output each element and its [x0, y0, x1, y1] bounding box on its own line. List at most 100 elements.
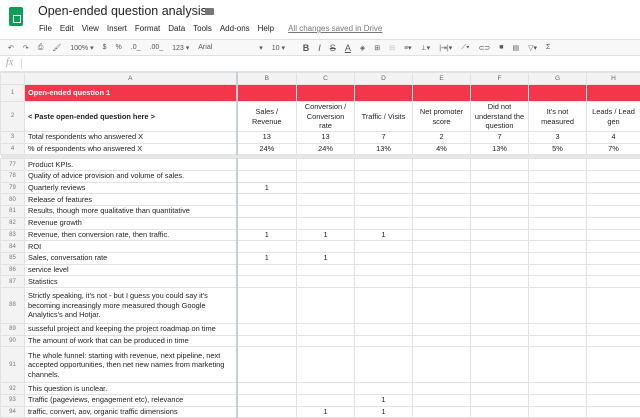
fill-color-icon[interactable]: ◈ — [360, 44, 365, 52]
row-header[interactable]: 81 — [1, 206, 25, 218]
cell[interactable] — [587, 182, 640, 194]
align-horizontal-icon[interactable]: ≡▾ — [404, 44, 412, 52]
cell[interactable] — [297, 264, 355, 276]
cell[interactable]: Did not understand the question — [471, 102, 529, 132]
cell[interactable] — [355, 194, 413, 206]
cell[interactable] — [413, 252, 471, 264]
cell[interactable] — [471, 347, 529, 383]
cell[interactable] — [529, 241, 587, 253]
cell[interactable] — [413, 217, 471, 229]
cell[interactable] — [297, 395, 355, 407]
cell[interactable]: 4% — [413, 143, 471, 155]
menu-file[interactable]: File — [39, 24, 52, 33]
cell[interactable] — [297, 347, 355, 383]
column-header-d[interactable]: D — [355, 73, 413, 85]
cell[interactable] — [413, 264, 471, 276]
cell[interactable] — [587, 229, 640, 241]
row-header[interactable]: 85 — [1, 252, 25, 264]
cell[interactable]: 3 — [529, 132, 587, 144]
row-header[interactable]: 79 — [1, 182, 25, 194]
cell[interactable] — [471, 264, 529, 276]
cell[interactable] — [413, 85, 471, 102]
cell[interactable] — [237, 395, 297, 407]
paint-format-icon[interactable]: 🖌︎ — [52, 44, 61, 52]
zoom-select[interactable]: 100% ▾ — [70, 44, 93, 52]
cell[interactable] — [355, 241, 413, 253]
cell[interactable] — [587, 347, 640, 383]
cell[interactable] — [413, 287, 471, 323]
column-header-a[interactable]: A — [25, 73, 237, 85]
menu-addons[interactable]: Add-ons — [220, 24, 250, 33]
cell[interactable] — [471, 159, 529, 171]
row-header[interactable]: 89 — [1, 323, 25, 335]
sheets-logo-icon[interactable] — [9, 7, 23, 26]
cell[interactable] — [355, 85, 413, 102]
cell[interactable]: 24% — [297, 143, 355, 155]
cell[interactable] — [587, 85, 640, 102]
cell[interactable] — [471, 171, 529, 183]
response-cell[interactable]: Revenue growth — [25, 217, 237, 229]
cell[interactable] — [355, 335, 413, 347]
cell[interactable] — [355, 287, 413, 323]
cell[interactable] — [587, 217, 640, 229]
italic-icon[interactable]: I — [318, 43, 321, 53]
percent-button[interactable]: % — [116, 44, 122, 51]
cell[interactable] — [297, 85, 355, 102]
cell[interactable] — [237, 194, 297, 206]
cell[interactable] — [237, 323, 297, 335]
chevron-down-icon[interactable]: ▾ — [259, 44, 263, 52]
column-header-b[interactable]: B — [237, 73, 297, 85]
cell[interactable]: 13% — [471, 143, 529, 155]
cell[interactable] — [237, 171, 297, 183]
response-cell[interactable]: ROI — [25, 241, 237, 253]
row-header[interactable]: 77 — [1, 159, 25, 171]
cell[interactable]: 2 — [413, 132, 471, 144]
row-header[interactable]: 93 — [1, 395, 25, 407]
cell[interactable]: 1 — [355, 229, 413, 241]
folder-icon[interactable] — [205, 8, 214, 15]
cell[interactable] — [529, 347, 587, 383]
filter-icon[interactable]: ▽▾ — [528, 44, 537, 52]
column-header-h[interactable]: H — [587, 73, 640, 85]
cell[interactable] — [471, 217, 529, 229]
cell[interactable] — [297, 206, 355, 218]
borders-icon[interactable]: ⊞ — [374, 44, 380, 52]
cell[interactable]: 7 — [471, 132, 529, 144]
response-cell[interactable]: Sales, conversation rate — [25, 252, 237, 264]
cell[interactable] — [413, 335, 471, 347]
row-label-cell[interactable]: % of respondents who answered X — [25, 143, 237, 155]
column-header-e[interactable]: E — [413, 73, 471, 85]
cell[interactable]: Net promoter score — [413, 102, 471, 132]
response-cell[interactable]: Revenue, then conversion rate, then traf… — [25, 229, 237, 241]
cell[interactable]: Sales / Revenue — [237, 102, 297, 132]
response-cell[interactable]: Product KPIs. — [25, 159, 237, 171]
cell[interactable] — [413, 171, 471, 183]
strikethrough-icon[interactable]: S — [330, 43, 336, 53]
increase-decimal-button[interactable]: .00_ — [150, 44, 164, 51]
question-title-cell[interactable]: Open-ended question 1 — [25, 85, 237, 102]
cell[interactable]: 1 — [297, 229, 355, 241]
row-header[interactable]: 82 — [1, 217, 25, 229]
cell[interactable] — [529, 159, 587, 171]
cell[interactable] — [237, 347, 297, 383]
spreadsheet-grid[interactable]: A B C D E F G H 1 Open-ended question 1 … — [0, 72, 640, 418]
cell[interactable] — [297, 171, 355, 183]
cell[interactable] — [471, 241, 529, 253]
print-icon[interactable]: ⎙ — [38, 44, 44, 52]
cell[interactable] — [355, 252, 413, 264]
text-color-icon[interactable]: A — [345, 43, 351, 53]
cell[interactable] — [471, 287, 529, 323]
cell[interactable] — [297, 287, 355, 323]
response-cell[interactable]: Strictly speaking, it's not - but I gues… — [25, 287, 237, 323]
row-header[interactable]: 86 — [1, 264, 25, 276]
cell[interactable] — [471, 194, 529, 206]
cell[interactable] — [471, 335, 529, 347]
column-header-g[interactable]: G — [529, 73, 587, 85]
font-size-select[interactable]: 10 ▾ — [272, 44, 294, 52]
link-icon[interactable]: ⊂⊃ — [479, 44, 491, 52]
cell[interactable] — [413, 229, 471, 241]
column-header-c[interactable]: C — [297, 73, 355, 85]
cell[interactable] — [413, 159, 471, 171]
cell[interactable] — [355, 159, 413, 171]
response-cell[interactable]: Quality of advice provision and volume o… — [25, 171, 237, 183]
